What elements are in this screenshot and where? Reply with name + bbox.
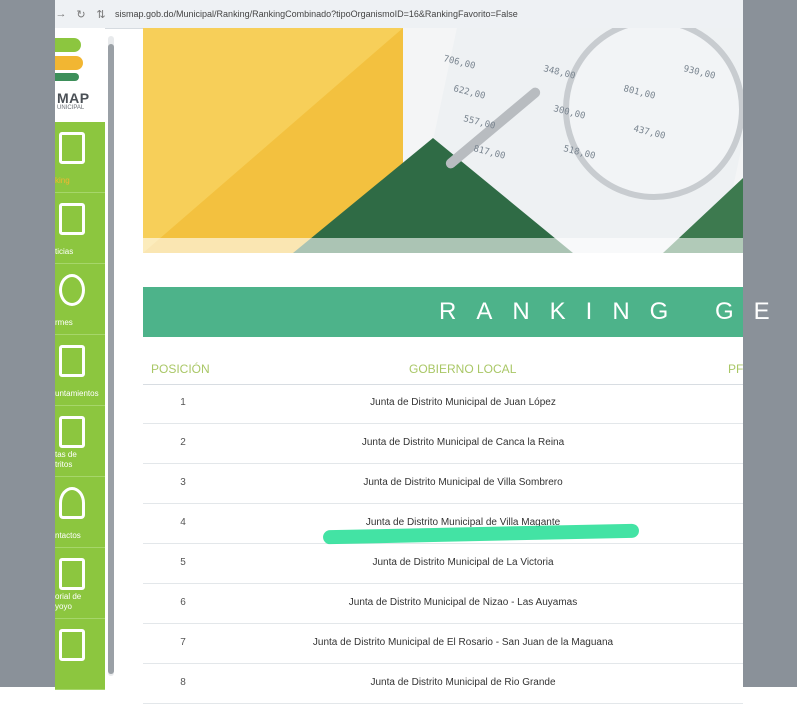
table-row[interactable]: 6 Junta de Distrito Municipal de Nizao -…: [143, 584, 743, 624]
site-settings-icon[interactable]: ⇅: [95, 8, 107, 21]
column-header-position[interactable]: POSICIÓN: [151, 362, 210, 376]
row-position: 8: [180, 677, 186, 688]
tablet-icon: [59, 558, 85, 590]
row-gobierno-local[interactable]: Junta de Distrito Municipal de El Rosari…: [223, 637, 703, 648]
sidebar-item-juntas-de-distritos[interactable]: tas de tritos: [55, 406, 105, 477]
row-position: 7: [180, 637, 186, 648]
sidebar-menu: king ticias rmes untamientos tas de trit…: [55, 122, 105, 690]
document-check-icon: [59, 132, 85, 164]
browser-address-bar[interactable]: → ↻ ⇅ sismap.gob.do/Municipal/Ranking/Ra…: [55, 0, 743, 29]
screen-frame-left: [0, 0, 55, 687]
ranking-title: RANKING GE: [439, 298, 790, 325]
row-position: 5: [180, 557, 186, 568]
sidebar-item-noticias[interactable]: ticias: [55, 193, 105, 264]
column-header-gobierno-local[interactable]: GOBIERNO LOCAL: [409, 362, 516, 376]
reload-icon[interactable]: ↻: [75, 8, 87, 21]
row-position: 1: [180, 397, 186, 408]
row-position: 6: [180, 597, 186, 608]
sidebar-item-label: rmes: [55, 318, 73, 327]
sidebar-item-label: ticias: [55, 247, 74, 256]
table-row[interactable]: 7 Junta de Distrito Municipal de El Rosa…: [143, 624, 743, 664]
table-row[interactable]: 3 Junta de Distrito Municipal de Villa S…: [143, 464, 743, 504]
row-gobierno-local[interactable]: Junta de Distrito Municipal de La Victor…: [223, 557, 703, 568]
sidebar-item-label: ntactos: [55, 531, 81, 540]
row-gobierno-local[interactable]: Junta de Distrito Municipal de Canca la …: [223, 437, 703, 448]
people-network-icon: [59, 416, 85, 448]
screen-frame-right: [743, 0, 797, 687]
scrollbar-thumb[interactable]: [108, 44, 114, 674]
sismap-logo[interactable]: MAP UNICIPAL: [55, 28, 105, 122]
table-row[interactable]: 1 Junta de Distrito Municipal de Juan Ló…: [143, 384, 743, 424]
sidebar-item-contactos[interactable]: ntactos: [55, 477, 105, 548]
url-text[interactable]: sismap.gob.do/Municipal/Ranking/RankingC…: [115, 9, 518, 19]
sidebar-item-more[interactable]: [55, 619, 105, 690]
sidebar-item-ayuntamientos[interactable]: untamientos: [55, 335, 105, 406]
ranking-banner: RANKING GE: [143, 287, 770, 337]
hero-image: 706,00 622,00 557,00 817,00 348,00 300,0…: [143, 28, 743, 253]
row-position: 2: [180, 437, 186, 448]
sidebar: MAP UNICIPAL king ticias rmes untamiento…: [55, 28, 105, 690]
table-row[interactable]: 2 Junta de Distrito Municipal de Canca l…: [143, 424, 743, 464]
ranking-table: 1 Junta de Distrito Municipal de Juan Ló…: [143, 384, 743, 704]
logo-shape-yellow: [55, 56, 83, 70]
logo-shape-green: [55, 38, 81, 52]
row-position: 3: [180, 477, 186, 488]
back-arrow-icon[interactable]: →: [55, 8, 67, 20]
sidebar-item-label: orial de yoyo: [55, 592, 82, 611]
sidebar-scrollbar[interactable]: [108, 36, 114, 676]
sidebar-item-label: king: [55, 176, 70, 185]
sidebar-item-ranking[interactable]: king: [55, 122, 105, 193]
sidebar-item-label: tas de tritos: [55, 450, 77, 469]
row-gobierno-local[interactable]: Junta de Distrito Municipal de Nizao - L…: [223, 597, 703, 608]
hero-bottom-band: [143, 238, 743, 253]
sidebar-item-label: untamientos: [55, 389, 99, 398]
sidebar-item-informes[interactable]: rmes: [55, 264, 105, 335]
hero-green-triangle: [293, 138, 573, 253]
hero-magnifier: [563, 28, 743, 200]
sidebar-item-material-de-apoyo[interactable]: orial de yoyo: [55, 548, 105, 619]
row-gobierno-local[interactable]: Junta de Distrito Municipal de Rio Grand…: [223, 677, 703, 688]
chart-nodes-icon: [59, 274, 85, 306]
row-position: 4: [180, 517, 186, 528]
column-header-partial[interactable]: PF: [728, 362, 743, 376]
row-gobierno-local[interactable]: Junta de Distrito Municipal de Juan Lópe…: [223, 397, 703, 408]
table-row[interactable]: 8 Junta de Distrito Municipal de Rio Gra…: [143, 664, 743, 704]
logo-shape-dark: [55, 73, 79, 81]
table-row[interactable]: 5 Junta de Distrito Municipal de La Vict…: [143, 544, 743, 584]
newspaper-icon: [59, 203, 85, 235]
table-icon: [59, 629, 85, 661]
logo-text: MAP: [57, 90, 90, 106]
row-gobierno-local[interactable]: Junta de Distrito Municipal de Villa Som…: [223, 477, 703, 488]
city-hall-icon: [59, 345, 85, 377]
logo-subtext: UNICIPAL: [57, 105, 85, 111]
person-icon: [59, 487, 85, 519]
table-header: POSICIÓN GOBIERNO LOCAL PF: [143, 356, 743, 385]
